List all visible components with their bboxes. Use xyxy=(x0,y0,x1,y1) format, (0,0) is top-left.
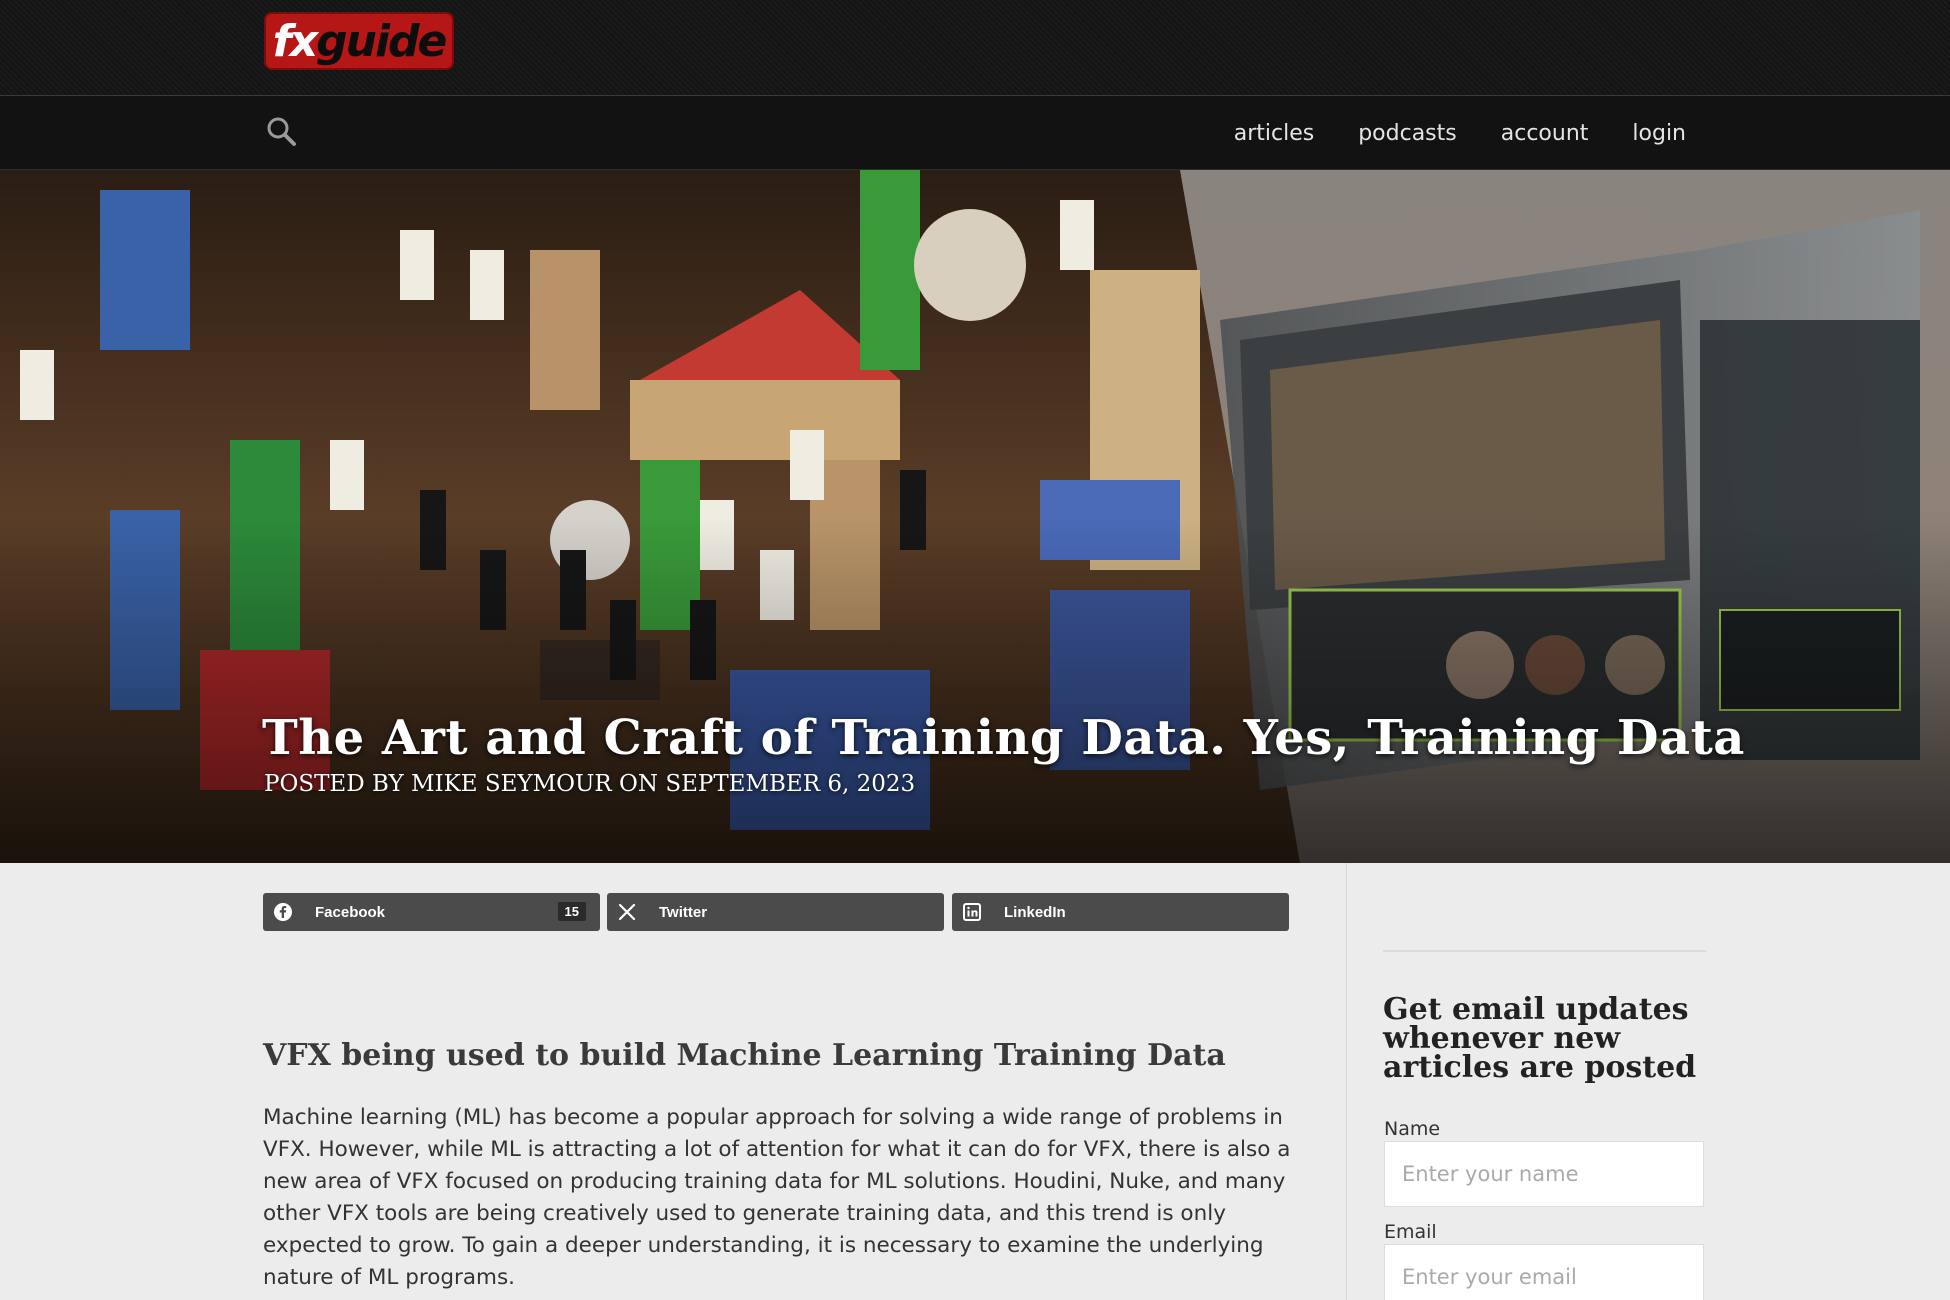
share-linkedin-button[interactable]: LinkedIn xyxy=(952,893,1289,931)
hero-banner: The Art and Craft of Training Data. Yes,… xyxy=(0,170,1950,863)
article-section-heading: VFX being used to build Machine Learning… xyxy=(263,1038,1226,1073)
main-navbar: articles podcasts account login xyxy=(0,96,1950,170)
nav-articles[interactable]: articles xyxy=(1234,121,1314,146)
site-header: fx guide xyxy=(0,0,1950,96)
email-signup-title: Get email updates whenever new articles … xyxy=(1383,992,1697,1085)
facebook-icon xyxy=(263,893,303,931)
logo-fx: fx xyxy=(272,15,319,67)
x-twitter-icon xyxy=(607,893,647,931)
search-icon xyxy=(267,117,296,146)
article-paragraph: Machine learning (ML) has become a popul… xyxy=(263,1105,1291,1290)
name-input[interactable] xyxy=(1384,1141,1704,1207)
sidebar-rule xyxy=(1383,950,1707,952)
article-byline: POSTED BY MIKE SEYMOUR ON SEPTEMBER 6, 2… xyxy=(264,771,916,797)
share-facebook-button[interactable]: Facebook 15 xyxy=(263,893,600,931)
name-label: Name xyxy=(1384,1118,1441,1140)
article-title: The Art and Craft of Training Data. Yes,… xyxy=(262,710,1745,766)
linkedin-label: LinkedIn xyxy=(1004,903,1066,921)
nav-login[interactable]: login xyxy=(1632,121,1686,146)
fxguide-logo[interactable]: fx guide xyxy=(264,12,454,70)
logo-guide: guide xyxy=(316,15,447,67)
share-twitter-button[interactable]: Twitter xyxy=(607,893,944,931)
email-label: Email xyxy=(1384,1221,1437,1243)
facebook-label: Facebook xyxy=(315,903,386,921)
nav-links: articles podcasts account login xyxy=(1234,96,1686,170)
twitter-label: Twitter xyxy=(659,903,708,921)
linkedin-icon xyxy=(952,893,992,931)
facebook-share-count: 15 xyxy=(557,902,586,921)
nav-account[interactable]: account xyxy=(1501,121,1589,146)
content-sidebar-divider xyxy=(1346,863,1347,1300)
search-button[interactable] xyxy=(264,114,300,150)
nav-podcasts[interactable]: podcasts xyxy=(1358,121,1457,146)
email-input[interactable] xyxy=(1384,1244,1704,1300)
